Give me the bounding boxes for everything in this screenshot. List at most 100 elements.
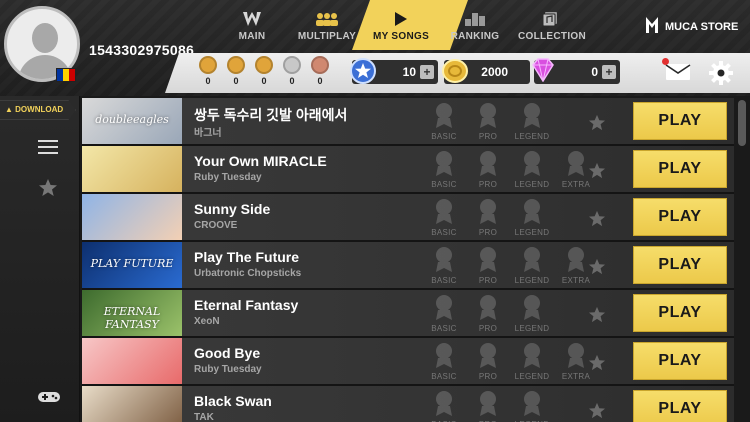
favorite-button[interactable]: [588, 306, 606, 328]
medal-bronze-icon: [311, 56, 329, 74]
difficulty-list: BASIC PRO LEGEND: [422, 295, 554, 333]
difficulty-pro: PRO: [466, 151, 510, 189]
difficulty-emblem-icon: [480, 103, 496, 128]
tab-collection-label: COLLECTION: [518, 31, 586, 42]
tab-main[interactable]: MAIN: [230, 10, 274, 46]
song-list: doubleeagles 쌍두 독수리 깃발 아래에서 바그너 BASIC PR…: [82, 98, 734, 422]
song-row[interactable]: Your Own MIRACLE Ruby Tuesday BASIC PRO …: [82, 146, 734, 194]
difficulty-emblem-icon: [480, 247, 496, 272]
play-button[interactable]: PLAY: [633, 102, 727, 140]
country-flag-icon: [56, 68, 76, 82]
ranking-icon: [448, 10, 502, 28]
download-filter-tab[interactable]: ▲ DOWNLOAD: [0, 100, 76, 120]
difficulty-emblem-icon: [480, 343, 496, 368]
song-artist: Urbatronic Chopsticks: [194, 268, 302, 279]
difficulty-list: BASIC PRO LEGEND: [422, 103, 554, 141]
collection-icon: [518, 10, 582, 28]
play-button[interactable]: PLAY: [633, 294, 727, 332]
store-logo-icon: [645, 16, 659, 37]
album-art-text: ETERNAL FANTASY: [103, 305, 161, 331]
song-row[interactable]: Good Bye Ruby Tuesday BASIC PRO LEGEND E…: [82, 338, 734, 386]
difficulty-emblem-icon: [524, 103, 540, 128]
song-row[interactable]: PLAY FUTURE Play The Future Urbatronic C…: [82, 242, 734, 290]
difficulty-pro: PRO: [466, 103, 510, 141]
difficulty-basic: BASIC: [422, 151, 466, 189]
difficulty-emblem-icon: [568, 343, 584, 368]
difficulty-emblem-icon: [480, 199, 496, 224]
menu-button[interactable]: [38, 140, 58, 159]
gamepad-button[interactable]: [37, 390, 61, 409]
album-art: ETERNAL FANTASY: [82, 290, 182, 336]
difficulty-legend: LEGEND: [510, 151, 554, 189]
add-diamond-button[interactable]: +: [602, 65, 616, 79]
settings-button[interactable]: [708, 60, 734, 86]
difficulty-emblem-icon: [480, 391, 496, 416]
favorite-button[interactable]: [588, 402, 606, 422]
difficulty-legend: LEGEND: [510, 199, 554, 237]
play-button[interactable]: PLAY: [633, 198, 727, 236]
muca-store-button[interactable]: MUCA STORE: [645, 16, 738, 37]
gold-coin-counter[interactable]: 2000: [442, 59, 530, 84]
difficulty-emblem-icon: [436, 103, 452, 128]
play-button[interactable]: PLAY: [633, 246, 727, 284]
tab-my-songs[interactable]: MY SONGS: [372, 10, 430, 46]
medal-gold-icon: [199, 56, 217, 74]
difficulty-emblem-icon: [436, 391, 452, 416]
medal-bronze: 0: [310, 56, 330, 90]
medal-gold-icon: [227, 56, 245, 74]
song-title: Eternal Fantasy: [194, 297, 299, 313]
song-row[interactable]: ETERNAL FANTASY Eternal Fantasy XeoN BAS…: [82, 290, 734, 338]
favorite-button[interactable]: [588, 114, 606, 136]
diamond-icon: [530, 58, 556, 85]
difficulty-list: BASIC PRO LEGEND: [422, 199, 554, 237]
play-button[interactable]: PLAY: [633, 390, 727, 422]
difficulty-emblem-icon: [480, 295, 496, 320]
favorites-filter-button[interactable]: [38, 178, 58, 202]
add-star-ticket-button[interactable]: +: [420, 65, 434, 79]
tab-ranking[interactable]: RANKING: [448, 10, 502, 46]
song-row[interactable]: Black Swan TAK BASIC PRO LEGEND PLAY: [82, 386, 734, 422]
difficulty-basic: BASIC: [422, 247, 466, 285]
song-row[interactable]: doubleeagles 쌍두 독수리 깃발 아래에서 바그너 BASIC PR…: [82, 98, 734, 146]
main-logo-icon: [230, 10, 274, 28]
tab-collection[interactable]: COLLECTION: [518, 10, 586, 46]
song-row[interactable]: Sunny Side CROOVE BASIC PRO LEGEND PLAY: [82, 194, 734, 242]
difficulty-list: BASIC PRO LEGEND EXTRA: [422, 247, 598, 285]
difficulty-pro: PRO: [466, 295, 510, 333]
difficulty-emblem-icon: [524, 343, 540, 368]
favorite-button[interactable]: [588, 210, 606, 232]
medal-gold: 0: [226, 56, 246, 90]
left-panel: ▲ DOWNLOAD: [0, 96, 80, 422]
difficulty-emblem-icon: [436, 151, 452, 176]
favorite-button[interactable]: [588, 354, 606, 376]
star-ticket-counter[interactable]: 10 +: [350, 58, 438, 84]
difficulty-emblem-icon: [436, 295, 452, 320]
album-art: [82, 194, 182, 240]
play-button[interactable]: PLAY: [633, 342, 727, 380]
notification-dot: [662, 58, 669, 65]
play-button[interactable]: PLAY: [633, 150, 727, 188]
mail-button[interactable]: [662, 58, 691, 82]
tab-ranking-label: RANKING: [450, 31, 500, 42]
favorite-button[interactable]: [588, 162, 606, 184]
diamond-counter[interactable]: 0 +: [532, 58, 620, 84]
gold-coin-value: 2000: [481, 65, 508, 79]
album-art: PLAY FUTURE: [82, 242, 182, 288]
difficulty-basic: BASIC: [422, 199, 466, 237]
star-icon: [588, 162, 606, 179]
album-art-text: doubleeagles: [95, 113, 169, 126]
difficulty-list: BASIC PRO LEGEND EXTRA: [422, 151, 598, 189]
diamond-value: 0: [591, 65, 598, 79]
star-icon: [588, 306, 606, 323]
scrollbar[interactable]: [738, 100, 746, 146]
difficulty-legend: LEGEND: [510, 343, 554, 381]
song-artist: Ruby Tuesday: [194, 364, 262, 375]
favorite-button[interactable]: [588, 258, 606, 280]
up-arrow-icon: ▲: [5, 105, 13, 114]
medal-silver-icon: [283, 56, 301, 74]
tab-multiplay[interactable]: MULTIPLAY: [294, 10, 360, 46]
difficulty-emblem-icon: [568, 247, 584, 272]
star-icon: [588, 210, 606, 227]
difficulty-legend: LEGEND: [510, 295, 554, 333]
star-icon: [588, 258, 606, 275]
